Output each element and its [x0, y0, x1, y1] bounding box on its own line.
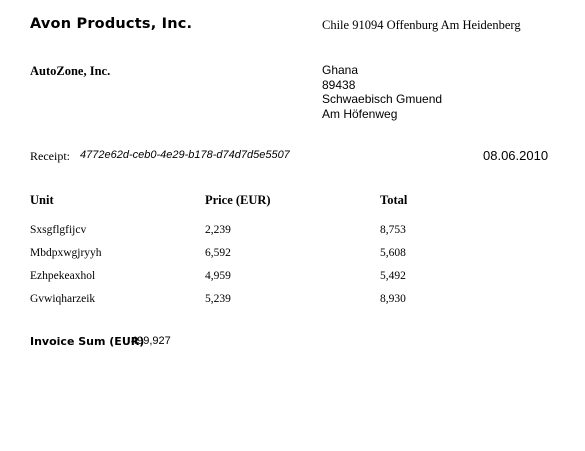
seller-address: Chile 91094 Offenburg Am Heidenberg: [322, 18, 521, 32]
table-cell-unit: Sxsgflgfijcv: [30, 224, 87, 236]
receipt-id: 4772e62d-ceb0-4e29-b178-d74d7d5e5507: [80, 149, 290, 161]
table-cell-total: 8,930: [380, 293, 406, 305]
customer-address: Ghana 89438 Schwaebisch Gmuend Am Höfenw…: [322, 63, 442, 121]
table-cell-unit: Gvwiqharzeik: [30, 293, 96, 305]
table-cell-price: 5,239: [205, 293, 231, 305]
receipt-label: Receipt:: [30, 149, 70, 163]
customer-postal-code: 89438: [322, 77, 356, 92]
table-cell-price: 2,239: [205, 224, 231, 236]
table-cell-total: 5,608: [380, 247, 406, 259]
receipt-date: 08.06.2010: [483, 148, 549, 163]
table-cell-unit: Ezhpekeaxhol: [30, 270, 96, 282]
table-header-unit: Unit: [30, 193, 54, 207]
table-cell-total: 5,492: [380, 270, 406, 282]
invoice-sum-label: Invoice Sum (EUR): [30, 335, 145, 348]
table-header-price: Price (EUR): [205, 193, 271, 207]
table-cell-price: 4,959: [205, 270, 231, 282]
customer-city: Schwaebisch Gmuend: [322, 92, 443, 106]
customer-country: Ghana: [322, 63, 359, 77]
invoice-sum-value: 499,927: [131, 335, 171, 347]
table-cell-price: 6,592: [205, 247, 231, 259]
customer-street: Am Höfenweg: [322, 106, 398, 121]
table-cell-unit: Mbdpxwgjryyh: [30, 247, 102, 259]
seller-name: Avon Products, Inc.: [30, 16, 193, 32]
table-header-total: Total: [380, 193, 408, 207]
customer-name: AutoZone, Inc.: [30, 64, 111, 78]
table-cell-total: 8,753: [380, 224, 406, 236]
